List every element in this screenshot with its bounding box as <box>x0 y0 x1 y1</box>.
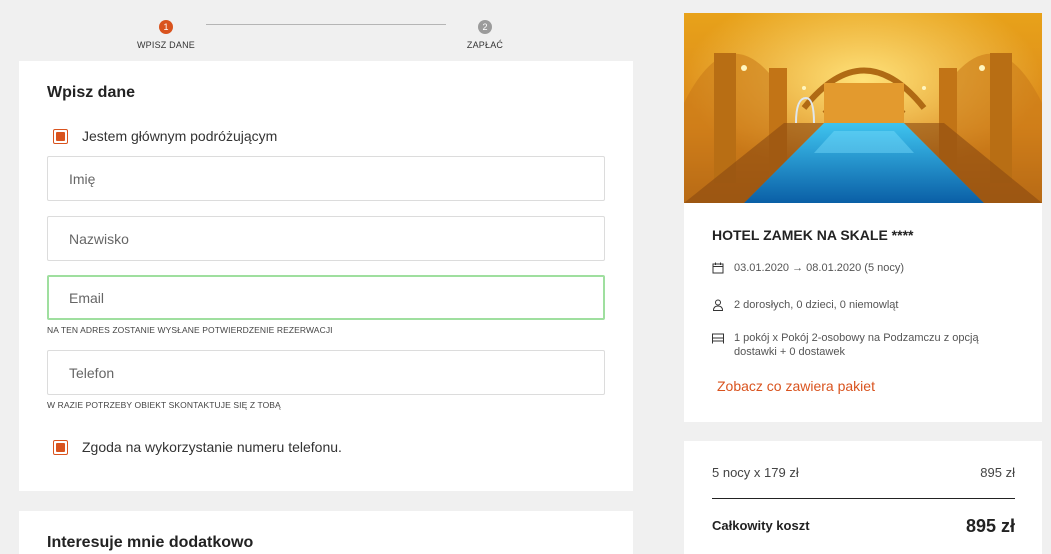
phone-hint: W RAZIE POTRZEBY OBIEKT SKONTAKTUJE SIĘ … <box>47 400 281 410</box>
step-number: 2 <box>478 20 492 34</box>
stay-dates-row: 03.01.2020 → 08.01.2020 (5 nocy) <box>712 261 904 275</box>
main-traveler-checkbox[interactable] <box>53 128 68 144</box>
guests-row: 2 dorosłych, 0 dzieci, 0 niemowląt <box>712 298 898 312</box>
traveler-details-card: Wpisz dane Jestem głównym podróżującym N… <box>19 61 633 491</box>
first-name-field[interactable] <box>47 156 605 201</box>
room-row: 1 pokój x Pokój 2-osobowy na Podzamczu z… <box>712 331 1002 359</box>
phone-consent-checkbox[interactable] <box>53 439 68 455</box>
stay-dates: 03.01.2020 → 08.01.2020 (5 nocy) <box>734 262 905 274</box>
step-enter-details: 1 WPISZ DANE <box>116 17 216 50</box>
stepper-connector <box>206 24 446 25</box>
phone-consent-label: Zgoda na wykorzystanie numeru telefonu. <box>82 439 342 455</box>
extra-interests-card: Interesuje mnie dodatkowo <box>19 511 633 554</box>
total-cost-value: 895 zł <box>965 516 1015 536</box>
bed-icon <box>712 333 724 344</box>
email-field[interactable] <box>47 275 605 320</box>
nights-price-label: 5 nocy x 179 zł <box>712 465 799 480</box>
guests-summary: 2 dorosłych, 0 dzieci, 0 niemowląt <box>734 299 899 311</box>
step-label: WPISZ DANE <box>136 40 195 50</box>
step-number: 1 <box>159 20 173 34</box>
package-details-link[interactable]: Zobacz co zawiera pakiet <box>717 378 875 394</box>
hotel-name: HOTEL ZAMEK NA SKALE **** <box>712 227 914 243</box>
nights-price-row: 5 nocy x 179 zł 895 zł <box>712 465 1015 480</box>
hotel-summary-card: HOTEL ZAMEK NA SKALE **** 03.01.2020 → 0… <box>684 13 1042 422</box>
step-pay: 2 ZAPŁAĆ <box>435 17 535 50</box>
calendar-icon <box>712 262 724 274</box>
total-cost-label: Całkowity koszt <box>712 518 810 533</box>
phone-field[interactable] <box>47 350 605 395</box>
main-traveler-checkbox-row[interactable]: Jestem głównym podróżującym <box>53 128 277 144</box>
main-traveler-label: Jestem głównym podróżującym <box>82 128 278 144</box>
hotel-photo <box>684 13 1042 203</box>
phone-consent-checkbox-row[interactable]: Zgoda na wykorzystanie numeru telefonu. <box>53 439 342 455</box>
price-summary-card: 5 nocy x 179 zł 895 zł Całkowity koszt 8… <box>684 441 1042 554</box>
nights-price-value: 895 zł <box>980 465 1015 480</box>
last-name-field[interactable] <box>47 216 605 261</box>
room-summary: 1 pokój x Pokój 2-osobowy na Podzamczu z… <box>734 332 979 358</box>
extra-interests-title: Interesuje mnie dodatkowo <box>47 534 254 551</box>
email-hint: NA TEN ADRES ZOSTANIE WYSŁANE POTWIERDZE… <box>47 325 333 335</box>
person-icon <box>712 299 724 311</box>
checkout-stepper: 1 WPISZ DANE 2 ZAPŁAĆ <box>0 0 650 60</box>
step-label: ZAPŁAĆ <box>466 40 504 50</box>
price-divider <box>712 498 1015 499</box>
form-title: Wpisz dane <box>47 84 136 101</box>
